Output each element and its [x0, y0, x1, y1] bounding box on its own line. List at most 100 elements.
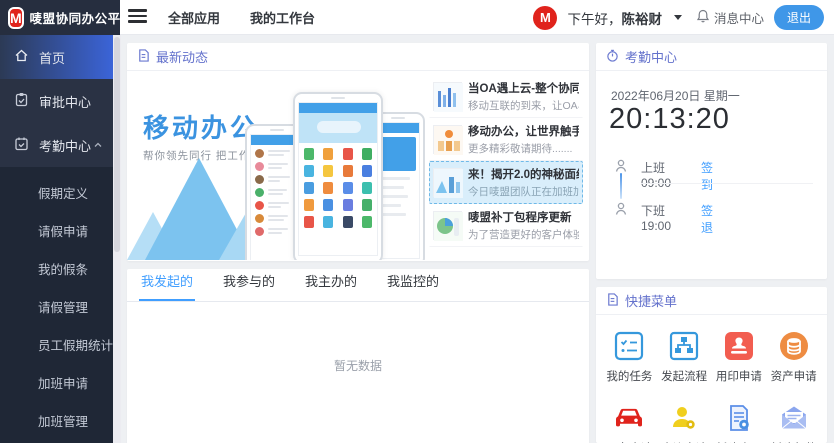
- header-nav: 全部应用 我的工作台: [168, 0, 315, 35]
- clock-out-time-label: 下班19:00: [641, 202, 671, 233]
- tab-participated[interactable]: 我参与的: [221, 271, 277, 301]
- submenu-item-leave-request[interactable]: 请假申请: [0, 211, 113, 249]
- quick-item-meeting-request[interactable]: 会议申请: [657, 395, 712, 443]
- news-item-highlighted[interactable]: 来！揭开2.0的神秘面纱- 今日唛盟团队正在加班加点，: [429, 161, 583, 204]
- header-right: M 下午好，陈裕财 消息中心 退出: [533, 0, 824, 35]
- scrollbar-thumb[interactable]: [114, 37, 120, 252]
- user-avatar[interactable]: M: [533, 6, 557, 30]
- divider: [641, 183, 813, 184]
- submenu-item-holiday-define[interactable]: 假期定义: [0, 173, 113, 211]
- tasks-tab-bar: 我发起的 我参与的 我主办的 我监控的: [127, 269, 589, 302]
- quick-item-new-contract[interactable]: 新建合同: [712, 395, 767, 443]
- message-center-link[interactable]: 消息中心: [696, 8, 764, 27]
- news-panel-header: 最新动态: [127, 43, 589, 71]
- contract-icon: [724, 403, 754, 433]
- news-item[interactable]: 移动办公，让世界触手可更多精彩敬请期待.......: [429, 118, 583, 161]
- task-icon: [614, 331, 644, 361]
- submenu-item-leave-manage[interactable]: 请假管理: [0, 287, 113, 325]
- attendance-panel-title: 考勤中心: [625, 47, 677, 66]
- brand-logo-icon: M: [8, 7, 24, 29]
- sidebar-item-attendance[interactable]: 考勤中心: [0, 123, 113, 167]
- tab-monitored-by-me[interactable]: 我监控的: [385, 271, 441, 301]
- quick-item-start-flow[interactable]: 发起流程: [657, 323, 712, 395]
- greeting-prefix: 下午好，: [567, 12, 621, 27]
- chevron-up-icon: [93, 138, 103, 153]
- submenu-item-holiday-stats[interactable]: 员工假期统计: [0, 325, 113, 363]
- sidebar: 首页 审批中心 考勤中心 假期定义 请假申请 我的假条 请假管理 员工假期统计 …: [0, 35, 113, 443]
- news-title: 当OA遇上云-整个协同OA: [468, 80, 579, 96]
- clock-in-link[interactable]: 签到: [701, 159, 713, 193]
- quick-item-label: 资产申请: [771, 368, 817, 384]
- logo-block: M 唛盟协同办公平台: [0, 0, 120, 35]
- tab-my-workbench[interactable]: 我的工作台: [250, 8, 315, 27]
- quick-menu-grid: 我的任务 发起流程 用印申请 资产申请 用车申请 会议申请: [596, 315, 827, 443]
- quick-item-label: 用印申请: [716, 368, 762, 384]
- news-desc: 移动互联的到来，让OA与云: [468, 98, 579, 113]
- quick-item-seal-request[interactable]: 用印申请: [712, 323, 767, 395]
- stamp-icon: [724, 331, 754, 361]
- top-header: M 唛盟协同办公平台 全部应用 我的工作台 M 下午好，陈裕财 消息中心 退出: [0, 0, 834, 35]
- news-thumbnail: [433, 211, 462, 240]
- approval-clipboard-icon: [14, 92, 29, 110]
- phone-mockup-center: [293, 92, 383, 260]
- meeting-icon: [669, 403, 699, 433]
- clock-in-time-label: 上班09:00: [641, 159, 671, 190]
- sidebar-item-label: 审批中心: [39, 92, 91, 111]
- news-item[interactable]: 当OA遇上云-整个协同OA 移动互联的到来，让OA与云: [429, 75, 583, 118]
- quick-menu-title: 快捷菜单: [625, 291, 677, 310]
- attendance-date: 2022年06月20日 星期一: [611, 87, 740, 104]
- sidebar-item-label: 考勤中心: [39, 136, 91, 155]
- app-title: 唛盟协同办公平台: [30, 8, 134, 27]
- asset-icon: [779, 331, 809, 361]
- tab-hosted-by-me[interactable]: 我主办的: [303, 271, 359, 301]
- attendance-calendar-icon: [14, 136, 29, 154]
- news-thumbnail: [433, 168, 462, 197]
- document-icon: [606, 293, 619, 309]
- mail-icon: [778, 403, 810, 433]
- quick-menu-header: 快捷菜单: [596, 287, 827, 315]
- news-desc: 为了营造更好的客户体验，唛: [468, 227, 579, 242]
- username: 陈裕财: [621, 12, 662, 27]
- vertical-scrollbar[interactable]: [113, 35, 121, 443]
- quick-item-label: 发起流程: [661, 368, 707, 384]
- sidebar-item-approval[interactable]: 审批中心: [0, 79, 113, 123]
- my-tasks-panel: 我发起的 我参与的 我主办的 我监控的 暂无数据: [127, 269, 589, 443]
- latest-news-panel: 最新动态 移动办公 帮你领先同行 把工作带出办公室: [127, 43, 589, 261]
- submenu-item-overtime-request[interactable]: 加班申请: [0, 363, 113, 401]
- news-title: 来！揭开2.0的神秘面纱-: [468, 166, 579, 182]
- submenu-item-overtime-manage[interactable]: 加班管理: [0, 401, 113, 439]
- mobile-office-banner[interactable]: 移动办公 帮你领先同行 把工作带出办公室: [127, 72, 427, 260]
- sidebar-item-label: 首页: [39, 48, 65, 67]
- quick-item-vehicle-request[interactable]: 用车申请: [602, 395, 657, 443]
- banner-title: 移动办公: [143, 108, 259, 145]
- quick-item-asset-request[interactable]: 资产申请: [766, 323, 821, 395]
- news-title: 移动办公，让世界触手可: [468, 123, 579, 139]
- message-center-label: 消息中心: [714, 8, 764, 27]
- stopwatch-icon: [606, 49, 619, 65]
- bell-icon: [696, 9, 710, 26]
- submenu-item-my-leave[interactable]: 我的假条: [0, 249, 113, 287]
- tab-initiated-by-me[interactable]: 我发起的: [139, 271, 195, 301]
- menu-toggle-icon[interactable]: [128, 9, 147, 25]
- news-title: 唛盟补丁包程序更新: [468, 209, 579, 225]
- attendance-submenu: 假期定义 请假申请 我的假条 请假管理 员工假期统计 加班申请 加班管理: [0, 167, 113, 443]
- quick-menu-panel: 快捷菜单 我的任务 发起流程 用印申请 资产申请 用车申请: [596, 287, 827, 443]
- empty-data-text: 暂无数据: [127, 357, 589, 374]
- news-thumbnail: [433, 125, 462, 154]
- document-icon: [137, 49, 150, 65]
- attendance-panel-header: 考勤中心: [596, 43, 827, 71]
- home-icon: [14, 48, 29, 66]
- tab-all-apps[interactable]: 全部应用: [168, 8, 220, 27]
- quick-item-my-tasks[interactable]: 我的任务: [602, 323, 657, 395]
- person-icon: [613, 201, 629, 222]
- news-item[interactable]: 唛盟补丁包程序更新为了营造更好的客户体验，唛: [429, 204, 583, 247]
- user-menu-caret-icon[interactable]: [674, 15, 682, 20]
- quick-item-label: 我的任务: [606, 368, 652, 384]
- car-icon: [613, 403, 645, 433]
- quick-item-new-mail[interactable]: 新建邮件: [766, 395, 821, 443]
- sidebar-item-home[interactable]: 首页: [0, 35, 113, 79]
- attendance-clock: 20:13:20: [609, 103, 730, 136]
- news-desc: 今日唛盟团队正在加班加点，: [468, 184, 579, 199]
- clock-out-link[interactable]: 签退: [701, 202, 713, 236]
- logout-button[interactable]: 退出: [774, 5, 824, 30]
